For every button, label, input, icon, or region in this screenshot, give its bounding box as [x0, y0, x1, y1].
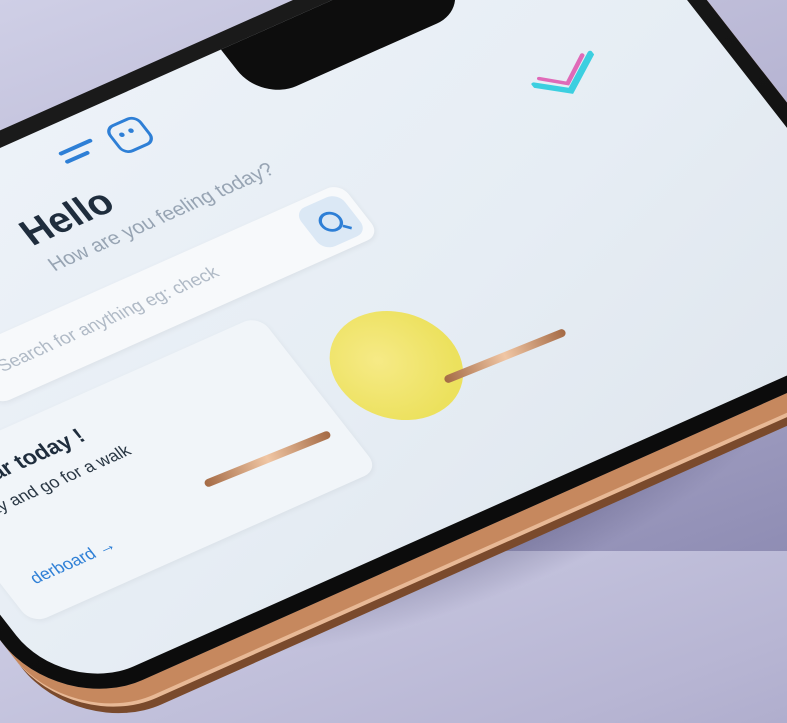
phone-notch: [217, 0, 472, 102]
search-button[interactable]: [293, 192, 369, 252]
heart-logo-icon: [531, 50, 595, 94]
device-scene: Hello How are you feeling today? Search …: [0, 0, 787, 717]
menu-icon[interactable]: [57, 138, 105, 171]
search-icon: [313, 208, 348, 236]
leaderboard-link[interactable]: derboard →: [26, 536, 121, 589]
bot-icon[interactable]: [102, 113, 158, 157]
